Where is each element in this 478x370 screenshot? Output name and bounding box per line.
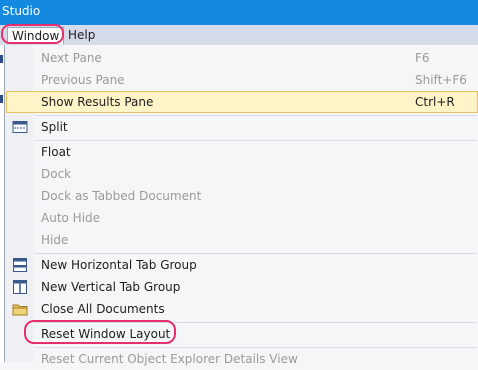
menu-item-label: Reset Current Object Explorer Details Vi… bbox=[41, 352, 298, 366]
menu-item-float[interactable]: Float bbox=[6, 141, 478, 163]
split-window-icon bbox=[12, 121, 28, 133]
menu-item-next-pane[interactable]: Next Pane F6 bbox=[6, 47, 478, 69]
menu-item-show-results-pane[interactable]: Show Results Pane Ctrl+R bbox=[6, 91, 478, 113]
menu-item-label: Show Results Pane bbox=[41, 95, 154, 109]
menu-item-shortcut: Shift+F6 bbox=[415, 73, 467, 87]
menu-item-label: Split bbox=[41, 120, 68, 134]
menu-window[interactable]: Window bbox=[7, 27, 65, 44]
menu-bar: Window Help bbox=[0, 25, 478, 46]
menu-item-new-horizontal-tab-group[interactable]: New Horizontal Tab Group bbox=[6, 254, 478, 276]
menu-item-label: Next Pane bbox=[41, 51, 102, 65]
edge-mark bbox=[0, 55, 3, 63]
menu-item-auto-hide[interactable]: Auto Hide bbox=[6, 207, 478, 229]
menu-help[interactable]: Help bbox=[64, 27, 99, 43]
menu-item-label: Auto Hide bbox=[41, 211, 101, 225]
menu-item-hide[interactable]: Hide bbox=[6, 229, 478, 251]
menu-item-reset-object-explorer-view[interactable]: Reset Current Object Explorer Details Vi… bbox=[6, 348, 478, 370]
folder-icon bbox=[12, 304, 28, 316]
menu-item-label: New Horizontal Tab Group bbox=[41, 258, 197, 272]
menu-item-shortcut: Ctrl+R bbox=[415, 95, 455, 109]
horizontal-tab-group-icon bbox=[13, 258, 27, 272]
title-bar: Studio bbox=[0, 0, 478, 25]
menu-item-label: Close All Documents bbox=[41, 302, 165, 316]
menu-item-label: Previous Pane bbox=[41, 73, 125, 87]
vertical-tab-group-icon bbox=[13, 280, 27, 294]
menu-item-dock-tabbed[interactable]: Dock as Tabbed Document bbox=[6, 185, 478, 207]
menu-item-label: Dock as Tabbed Document bbox=[41, 189, 202, 203]
menu-item-previous-pane[interactable]: Previous Pane Shift+F6 bbox=[6, 69, 478, 91]
menu-item-label: New Vertical Tab Group bbox=[41, 280, 181, 294]
menu-item-close-all-documents[interactable]: Close All Documents bbox=[6, 298, 478, 320]
menu-item-dock[interactable]: Dock bbox=[6, 163, 478, 185]
edge-mark bbox=[0, 95, 3, 103]
window-dropdown-menu: Next Pane F6 Previous Pane Shift+F6 Show… bbox=[4, 45, 478, 366]
menu-item-label: Reset Window Layout bbox=[41, 327, 171, 341]
app-title: Studio bbox=[2, 4, 41, 18]
menu-item-split[interactable]: Split bbox=[6, 116, 478, 138]
menu-item-shortcut: F6 bbox=[415, 51, 430, 65]
menu-item-label: Dock bbox=[41, 167, 72, 181]
menu-item-label: Hide bbox=[41, 233, 69, 247]
menu-item-new-vertical-tab-group[interactable]: New Vertical Tab Group bbox=[6, 276, 478, 298]
menu-item-reset-window-layout[interactable]: Reset Window Layout bbox=[6, 323, 478, 345]
menu-item-label: Float bbox=[41, 145, 71, 159]
